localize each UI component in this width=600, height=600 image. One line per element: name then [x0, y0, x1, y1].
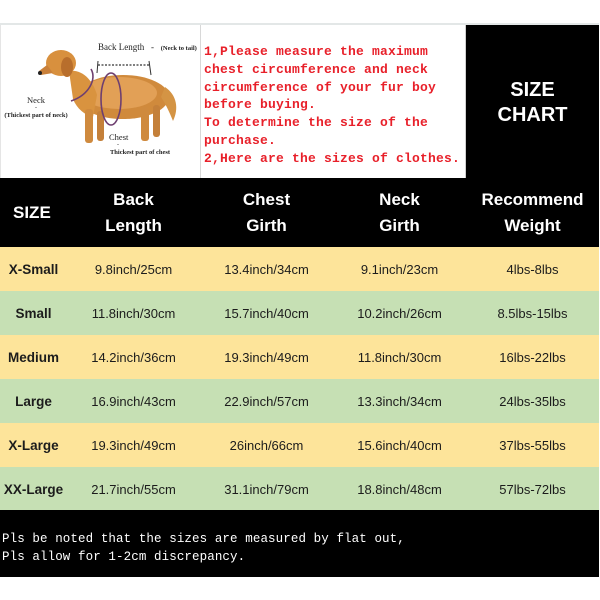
chest-girth-cell: 13.4inch/34cm: [224, 261, 309, 277]
weight-cell: 57lbs-72lbs: [499, 481, 566, 497]
back-length-cell: 11.8inch/30cm: [91, 305, 176, 321]
discrepancy-note: Pls be noted that the sizes are measured…: [0, 510, 599, 577]
table-row: Medium 14.2inch/36cm 19.3inch/49cm 11.8i…: [0, 335, 599, 379]
table-row: X-Small 9.8inch/25cm 13.4inch/34cm 9.1in…: [0, 247, 599, 291]
back-length-cell: 19.3inch/49cm: [91, 437, 176, 453]
neck-girth-cell: 13.3inch/34cm: [357, 393, 442, 409]
neck-girth-cell: 18.8inch/48cm: [357, 481, 442, 497]
header-recommend-weight: Recommend Weight: [466, 187, 599, 239]
top-band: Back Length - (Neck to tail) Neck - (Thi…: [0, 23, 599, 180]
table-row: Large 16.9inch/43cm 22.9inch/57cm 13.3in…: [0, 379, 599, 423]
header-back-length: Back Length: [67, 187, 200, 239]
weight-cell: 37lbs-55lbs: [499, 437, 566, 453]
header-neck-girth: Neck Girth: [333, 187, 466, 239]
size-cell: Small: [15, 305, 52, 321]
size-cell: X-Large: [8, 437, 59, 453]
table-row: X-Large 19.3inch/49cm 26inch/66cm 15.6in…: [0, 423, 599, 467]
size-cell: Medium: [7, 349, 59, 365]
table-header: SIZE Back Length Chest Girth Neck Girth …: [0, 178, 599, 247]
header-back-length-line2: Length: [105, 215, 162, 235]
back-length-cell: 14.2inch/36cm: [91, 349, 176, 365]
size-table: SIZE Back Length Chest Girth Neck Girth …: [0, 178, 599, 511]
header-neck-girth-line2: Girth: [379, 215, 420, 235]
chest-girth-cell: 31.1inch/79cm: [224, 481, 309, 497]
header-size-text: SIZE: [13, 202, 51, 222]
size-chart-title: SIZE CHART: [466, 25, 599, 180]
footer-line-2: Pls allow for 1-2cm discrepancy.: [2, 550, 246, 564]
chest-dash: -: [117, 142, 119, 148]
weight-cell: 8.5lbs-15lbs: [497, 305, 568, 321]
weight-cell: 16lbs-22lbs: [499, 349, 566, 365]
size-chart: Back Length - (Neck to tail) Neck - (Thi…: [0, 23, 599, 577]
back-length-cell: 9.8inch/25cm: [94, 261, 173, 277]
chest-girth-cell: 26inch/66cm: [229, 437, 304, 453]
header-neck-girth-line1: Neck: [379, 189, 420, 209]
neck-girth-cell: 15.6inch/40cm: [357, 437, 442, 453]
chest-label: Chest - Thickest part of chest: [105, 133, 175, 157]
table-row: XX-Large 21.7inch/55cm 31.1inch/79cm 18.…: [0, 467, 599, 511]
neck-note: (Thickest part of neck): [4, 112, 68, 119]
header-recommend-weight-line2: Weight: [504, 215, 561, 235]
header-recommend-weight-line1: Recommend: [481, 189, 584, 209]
measurement-instructions: 1,Please measure the maximum chest circu…: [201, 25, 466, 180]
size-cell: X-Small: [8, 261, 59, 277]
title-line-2: CHART: [497, 103, 568, 126]
back-length-cell: 21.7inch/55cm: [91, 481, 176, 497]
back-length-note: (Neck to tail): [160, 45, 197, 52]
neck-girth-cell: 11.8inch/30cm: [357, 349, 442, 365]
neck-title: Neck: [27, 95, 45, 105]
back-length-dash: -: [151, 42, 154, 52]
header-chest-girth-line1: Chest: [242, 189, 291, 209]
weight-cell: 4lbs-8lbs: [506, 261, 559, 277]
header-chest-girth-line2: Girth: [246, 215, 287, 235]
back-length-label: Back Length - (Neck to tail): [98, 42, 197, 52]
header-chest-girth: Chest Girth: [200, 187, 333, 239]
neck-dash: -: [35, 105, 37, 111]
header-back-length-line1: Back: [113, 189, 154, 209]
neck-label: Neck - (Thickest part of neck): [3, 96, 69, 120]
size-cell: XX-Large: [3, 481, 64, 497]
weight-cell: 24lbs-35lbs: [499, 393, 566, 409]
chest-title: Chest: [109, 132, 129, 142]
instructions-text: 1,Please measure the maximum chest circu…: [204, 44, 461, 166]
title-line-1: SIZE: [510, 78, 555, 101]
chest-girth-cell: 19.3inch/49cm: [224, 349, 309, 365]
back-length-title: Back Length: [98, 42, 145, 52]
back-length-cell: 16.9inch/43cm: [91, 393, 176, 409]
chest-girth-cell: 22.9inch/57cm: [224, 393, 309, 409]
size-cell: Large: [15, 393, 52, 409]
header-size: SIZE: [0, 200, 67, 226]
chest-girth-cell: 15.7inch/40cm: [224, 305, 309, 321]
neck-girth-cell: 9.1inch/23cm: [360, 261, 439, 277]
dog-measurement-illustration: Back Length - (Neck to tail) Neck - (Thi…: [0, 25, 201, 180]
chest-note: Thickest part of chest: [109, 149, 171, 156]
footer-line-1: Pls be noted that the sizes are measured…: [2, 532, 405, 546]
neck-girth-cell: 10.2inch/26cm: [357, 305, 442, 321]
table-row: Small 11.8inch/30cm 15.7inch/40cm 10.2in…: [0, 291, 599, 335]
